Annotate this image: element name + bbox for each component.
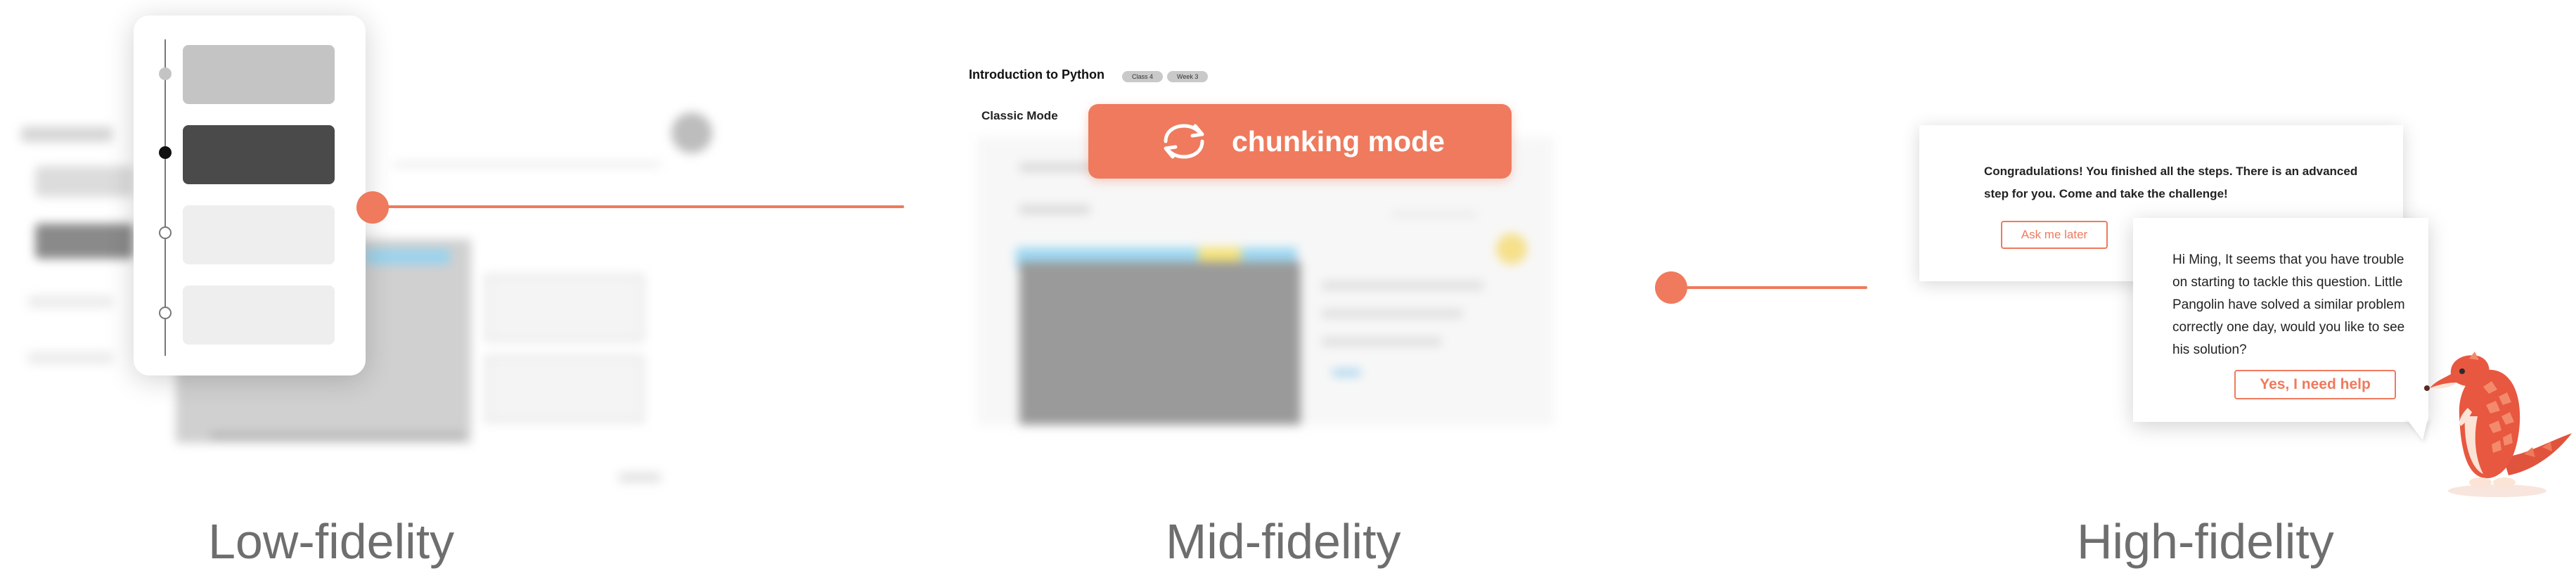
advanced-step-message: Congradulations! You finished all the st… <box>1984 165 2358 200</box>
step-block-current[interactable] <box>183 125 335 184</box>
step-block[interactable] <box>183 285 335 345</box>
step-node-upcoming <box>159 226 172 239</box>
ask-me-later-button[interactable]: Ask me later <box>2001 221 2108 249</box>
help-bubble-text: Hi Ming, It seems that you have trouble … <box>2172 252 2405 357</box>
connector-line <box>380 205 904 208</box>
connector-line <box>1682 286 1867 289</box>
step-node-current <box>159 146 172 159</box>
step-node-complete <box>159 68 172 80</box>
refresh-cycle-icon <box>1156 120 1212 162</box>
step-node-upcoming <box>159 307 172 319</box>
caption-mid-fidelity: Mid-fidelity <box>1166 514 1401 569</box>
course-title: Introduction to Python <box>969 68 1105 82</box>
step-block[interactable] <box>183 45 335 104</box>
class-tag: Class 4 <box>1122 71 1164 82</box>
step-list-card <box>134 15 366 375</box>
chunking-mode-banner[interactable]: chunking mode <box>1088 104 1512 179</box>
caption-low-fidelity: Low-fidelity <box>208 514 455 569</box>
mode-label: Classic Mode <box>981 109 1058 122</box>
caption-high-fidelity: High-fidelity <box>2077 514 2334 569</box>
chunking-mode-label: chunking mode <box>1232 124 1445 158</box>
week-tag: Week 3 <box>1167 71 1209 82</box>
step-block[interactable] <box>183 205 335 264</box>
pangolin-mascot <box>2419 338 2576 499</box>
need-help-button[interactable]: Yes, I need help <box>2234 370 2396 399</box>
help-bubble: Hi Ming, It seems that you have trouble … <box>2133 218 2428 422</box>
